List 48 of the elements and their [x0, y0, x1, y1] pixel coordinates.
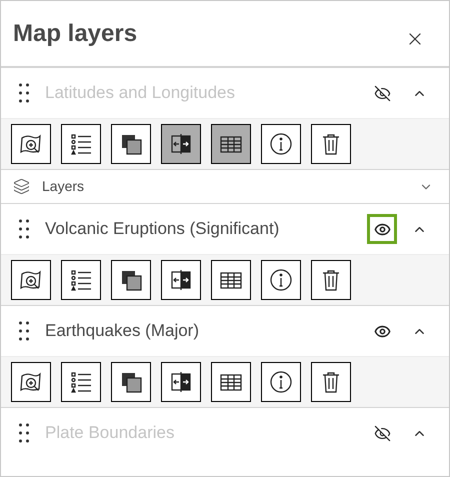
layer-tool-button[interactable]: [111, 124, 151, 164]
layer-tool-button[interactable]: [211, 260, 251, 300]
layer-tool-button[interactable]: [61, 362, 101, 402]
layer-tool-button[interactable]: [161, 124, 201, 164]
layer-tool-button[interactable]: [261, 260, 301, 300]
sublayers-label: Layers: [42, 177, 86, 196]
swipe-icon: [169, 268, 193, 292]
layer-tool-button[interactable]: [261, 124, 301, 164]
layer-tool-button[interactable]: [11, 362, 51, 402]
drag-handle-icon[interactable]: [19, 321, 29, 341]
zoom-to-icon: [19, 370, 43, 394]
info-icon: [269, 268, 293, 292]
zoom-to-icon: [19, 268, 43, 292]
info-icon: [269, 132, 293, 156]
layer-title[interactable]: Volcanic Eruptions (Significant): [45, 216, 367, 242]
layer-tool-button[interactable]: [161, 260, 201, 300]
layer-title[interactable]: Earthquakes (Major): [45, 318, 367, 344]
layer-tool-button[interactable]: [61, 124, 101, 164]
layer-tool-button[interactable]: [11, 260, 51, 300]
layer-tool-button[interactable]: [111, 362, 151, 402]
layer-tool-button[interactable]: [211, 124, 251, 164]
layer-tool-button[interactable]: [261, 362, 301, 402]
layer-tool-button[interactable]: [61, 260, 101, 300]
eye-off-icon: [374, 424, 390, 442]
info-icon: [269, 370, 293, 394]
eye-off-icon: [374, 84, 390, 102]
layers-icon: [13, 178, 30, 195]
legend-icon: [69, 132, 93, 156]
layer-tool-button[interactable]: [11, 124, 51, 164]
layer-tool-button[interactable]: [311, 260, 351, 300]
drag-handle-icon[interactable]: [19, 219, 29, 239]
layer-tool-button[interactable]: [111, 260, 151, 300]
transparency-icon: [119, 268, 143, 292]
panel-title: Map layers: [13, 18, 138, 48]
legend-icon: [69, 370, 93, 394]
layer-tool-button[interactable]: [211, 362, 251, 402]
transparency-icon: [119, 370, 143, 394]
drag-handle-icon[interactable]: [19, 423, 29, 443]
layer-tool-button[interactable]: [311, 362, 351, 402]
transparency-icon: [119, 132, 143, 156]
layer-tool-button[interactable]: [311, 124, 351, 164]
visibility-toggle[interactable]: [367, 214, 397, 244]
layer-tool-button[interactable]: [161, 362, 201, 402]
swipe-icon: [169, 132, 193, 156]
zoom-to-icon: [19, 132, 43, 156]
legend-icon: [69, 268, 93, 292]
drag-handle-icon[interactable]: [19, 83, 29, 103]
swipe-icon: [169, 370, 193, 394]
